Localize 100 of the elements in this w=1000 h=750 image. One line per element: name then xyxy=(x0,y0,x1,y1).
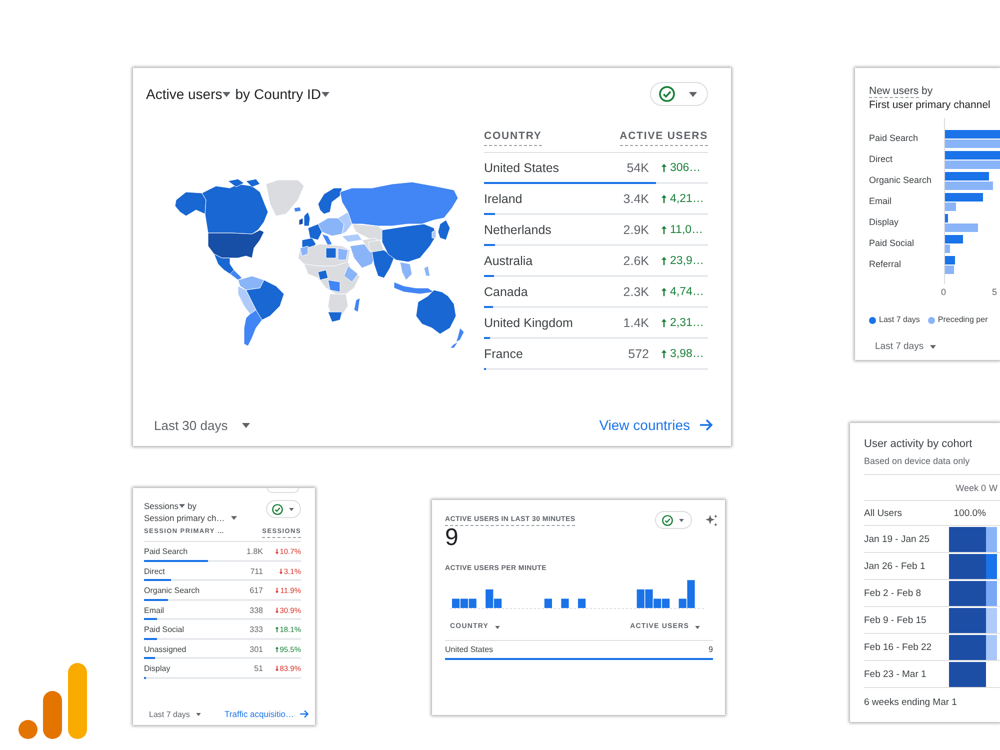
cohort-label: Feb 9 - Feb 15 xyxy=(864,614,928,628)
change-value: 2,31… xyxy=(670,316,704,328)
up-arrow-icon xyxy=(661,348,667,358)
metric-dropdown[interactable]: Active users xyxy=(146,86,232,102)
up-arrow-icon xyxy=(661,286,667,296)
country-name: France xyxy=(484,346,524,360)
title-text: by xyxy=(235,86,250,102)
card-subtitle: Based on device data only xyxy=(864,455,970,467)
change-value: 23,9… xyxy=(670,254,704,266)
sessions-value: 333 xyxy=(250,625,263,634)
sparkle-icon[interactable] xyxy=(705,514,718,526)
cohort-label: Feb 23 - Mar 1 xyxy=(864,668,928,682)
current-period-bar xyxy=(945,151,1000,160)
current-period-bar xyxy=(945,172,989,180)
column-header: COUNTRY xyxy=(484,128,542,146)
channel-name: Display xyxy=(144,664,172,673)
status-dropdown[interactable] xyxy=(655,511,692,529)
check-circle-icon xyxy=(272,504,283,514)
retention-value: 100.0% xyxy=(952,508,986,518)
up-arrow-icon xyxy=(274,626,279,633)
row-label: All Users xyxy=(864,508,904,518)
caret-icon xyxy=(196,712,201,716)
change-value: 4,21… xyxy=(670,192,704,204)
country-name: Ireland xyxy=(484,192,524,206)
dropdown-chip-edge xyxy=(267,488,299,493)
category-label: Display xyxy=(869,216,900,229)
up-arrow-icon xyxy=(661,162,667,172)
preceding-period-bar xyxy=(945,160,1000,169)
current-period-bar xyxy=(945,235,963,244)
column-header: W xyxy=(989,482,998,492)
current-period-bar xyxy=(945,256,955,264)
channel-name: Unassigned xyxy=(144,644,188,654)
change-value: 3,98… xyxy=(670,348,704,360)
metric-label: New users xyxy=(869,85,919,98)
cohort-label: Jan 19 - Jan 25 xyxy=(864,532,930,546)
date-range-dropdown[interactable]: Last 7 days xyxy=(875,341,936,352)
status-dropdown[interactable] xyxy=(266,500,301,518)
legend-label: Preceding per xyxy=(938,314,988,326)
active-users-value: 3.4K xyxy=(623,192,649,206)
down-arrow-icon xyxy=(275,587,280,594)
channel-name: Paid Search xyxy=(144,547,189,556)
traffic-acquisition-link[interactable]: Traffic acquisitio… xyxy=(224,709,309,719)
channel-name: Direct xyxy=(144,566,166,576)
column-header: ACTIVE USERS xyxy=(620,128,708,146)
caret-icon xyxy=(930,344,936,348)
date-range-dropdown[interactable]: Last 30 days xyxy=(154,418,250,432)
cohort-label: Feb 2 - Feb 8 xyxy=(864,586,922,600)
change-value: 306… xyxy=(670,162,701,174)
category-label: Referral xyxy=(869,258,902,271)
preceding-period-bar xyxy=(945,266,954,274)
sessions-value: 617 xyxy=(250,586,263,595)
sessions-value: 711 xyxy=(250,566,263,576)
axis-tick-label: 5 xyxy=(992,286,998,298)
country-name: United States xyxy=(445,645,494,654)
up-arrow-icon xyxy=(661,256,667,266)
sessions-value: 51 xyxy=(254,664,263,673)
minute-bar xyxy=(561,598,569,608)
preceding-period-bar xyxy=(945,202,956,211)
dimension-label: First user primary channel xyxy=(869,98,992,112)
check-circle-icon xyxy=(659,86,675,102)
date-range-dropdown[interactable]: Last 7 days xyxy=(149,710,201,718)
country-name: United States xyxy=(484,160,560,174)
active-users-count: 9 xyxy=(445,526,458,550)
up-arrow-icon xyxy=(274,646,279,652)
category-label: Direct xyxy=(869,153,894,166)
active-users-value: 2.6K xyxy=(623,254,649,268)
preceding-period-bar xyxy=(945,182,993,190)
arrow-right-icon xyxy=(300,710,309,718)
caret-icon xyxy=(178,504,184,508)
country-name: Australia xyxy=(484,254,534,268)
active-users-value: 2.9K xyxy=(623,222,649,236)
arrow-right-icon xyxy=(700,419,713,431)
country-name: United Kingdom xyxy=(484,316,574,330)
cohort-label: Jan 26 - Feb 1 xyxy=(864,560,926,574)
category-label: Paid Search xyxy=(869,132,920,145)
status-dropdown[interactable] xyxy=(650,82,708,106)
title-text: by xyxy=(188,500,196,512)
caret-icon xyxy=(289,508,294,510)
card-title: User activity by cohort xyxy=(864,437,972,452)
up-arrow-icon xyxy=(661,194,667,204)
active-users-value: 572 xyxy=(628,346,649,360)
down-arrow-icon xyxy=(274,606,279,614)
dimension-dropdown[interactable]: Country ID xyxy=(254,86,330,102)
title-text: by xyxy=(922,85,933,97)
change-value: 11,0… xyxy=(670,224,704,236)
sessions-value: 301 xyxy=(250,644,263,654)
sessions-value: 338 xyxy=(250,606,263,614)
change-value: 4,74… xyxy=(670,286,704,298)
category-label: Email xyxy=(869,195,893,208)
column-header: Week 0 xyxy=(954,482,986,492)
caret-icon xyxy=(689,92,697,96)
active-users-value: 9 xyxy=(708,645,713,654)
caret-icon xyxy=(230,516,237,520)
caret-icon xyxy=(695,626,700,628)
metric-dropdown[interactable]: Sessions xyxy=(144,500,184,512)
check-circle-icon xyxy=(662,514,673,526)
country-name: Netherlands xyxy=(484,222,552,236)
view-countries-link[interactable]: View countries xyxy=(599,417,713,433)
dimension-dropdown[interactable]: Session primary ch… xyxy=(144,512,237,524)
active-users-value: 2.3K xyxy=(623,284,649,298)
